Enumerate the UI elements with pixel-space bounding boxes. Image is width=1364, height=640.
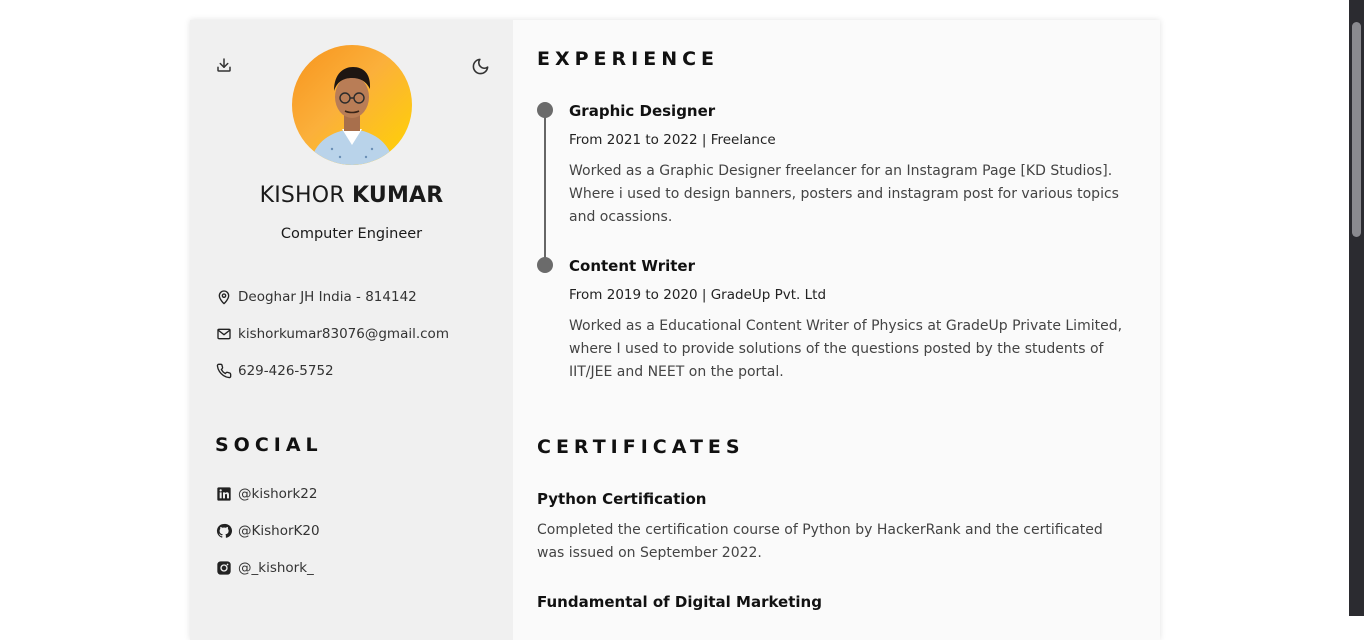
phone-icon [215, 362, 233, 380]
profile-name: KISHOR KUMAR [190, 183, 513, 208]
avatar [292, 45, 412, 165]
linkedin-icon [215, 485, 233, 503]
moon-icon [472, 58, 488, 74]
info-phone-text: 629-426-5752 [238, 363, 334, 379]
certificates-title: CERTIFICATES [537, 436, 745, 458]
certificate-item: Fundamental of Digital Marketing [537, 591, 1117, 613]
social-linkedin-text: @kishork22 [238, 486, 318, 502]
experience-item-subtitle: From 2019 to 2020 | GradeUp Pvt. Ltd [569, 287, 827, 303]
social-github-text: @KishorK20 [238, 523, 320, 539]
social-linkedin[interactable]: @kishork22 [215, 482, 320, 506]
first-name: KISHOR [259, 183, 345, 208]
experience-item-description: Worked as a Educational Content Writer o… [569, 318, 1123, 380]
theme-toggle-button[interactable] [469, 55, 491, 77]
certificate-item: Python Certification Completed the certi… [537, 488, 1117, 565]
resume-sidebar: KISHOR KUMAR Computer Engineer Deoghar J… [190, 20, 513, 640]
profession: Computer Engineer [280, 226, 423, 242]
experience-item-title: Content Writer [569, 257, 695, 275]
social-list: @kishork22 @KishorK20 @_kishork_ [215, 482, 320, 593]
page: KISHOR KUMAR Computer Engineer Deoghar J… [0, 0, 1349, 640]
social-instagram[interactable]: @_kishork_ [215, 556, 320, 580]
experience-title: EXPERIENCE [537, 48, 720, 70]
certificate-item-title: Python Certification [537, 490, 707, 508]
info-phone: 629-426-5752 [215, 359, 449, 383]
experience-timeline: Graphic Designer From 2021 to 2022 | Fre… [537, 100, 1137, 384]
timeline-dot [537, 257, 553, 273]
experience-item-subtitle: From 2021 to 2022 | Freelance [569, 132, 776, 148]
info-location-text: Deoghar JH India - 814142 [238, 289, 417, 305]
download-button[interactable] [213, 54, 235, 76]
resume-main: EXPERIENCE Graphic Designer From 2021 to… [513, 20, 1160, 640]
info-location: Deoghar JH India - 814142 [215, 285, 449, 309]
resume-card: KISHOR KUMAR Computer Engineer Deoghar J… [190, 20, 1160, 640]
social-instagram-text: @_kishork_ [238, 560, 314, 576]
github-icon [215, 522, 233, 540]
timeline-dot [537, 102, 553, 118]
experience-item-description: Worked as a Graphic Designer freelancer … [569, 163, 1119, 225]
contact-info: Deoghar JH India - 814142 kishorkumar830… [215, 285, 449, 396]
certificate-item-description: Completed the certification course of Py… [537, 522, 1103, 561]
info-email-text: kishorkumar83076@gmail.com [238, 326, 449, 342]
info-email: kishorkumar83076@gmail.com [215, 322, 449, 346]
scrollbar-thumb[interactable] [1352, 22, 1361, 237]
social-title: SOCIAL [215, 434, 323, 456]
download-icon [217, 58, 231, 72]
certificate-item-title: Fundamental of Digital Marketing [537, 593, 822, 611]
last-name: KUMAR [352, 183, 444, 208]
experience-item: Graphic Designer From 2021 to 2022 | Fre… [537, 100, 1137, 255]
mail-icon [215, 325, 233, 343]
instagram-icon [215, 559, 233, 577]
social-github[interactable]: @KishorK20 [215, 519, 320, 543]
map-pin-icon [215, 288, 233, 306]
experience-item-title: Graphic Designer [569, 102, 716, 120]
profile-photo [310, 67, 394, 165]
experience-item: Content Writer From 2019 to 2020 | Grade… [537, 255, 1137, 384]
